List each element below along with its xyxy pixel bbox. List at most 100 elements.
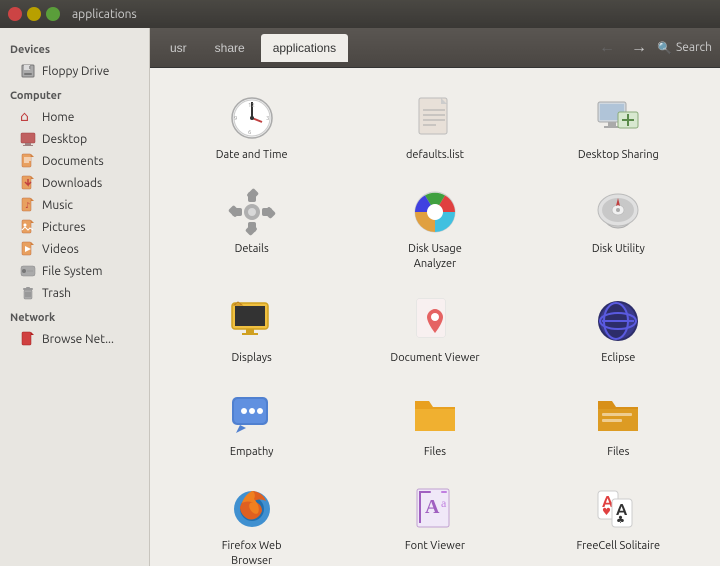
sidebar-item-videos-label: Videos (42, 243, 79, 256)
sidebar-item-pictures-label: Pictures (42, 221, 86, 234)
app-label-datetime: Date and Time (216, 148, 288, 162)
app-label-diskutility: Disk Utility (592, 242, 645, 256)
fontviewer-icon: A a (409, 483, 461, 535)
sidebar-item-desktop-label: Desktop (42, 133, 87, 146)
sidebar-item-downloads[interactable]: Downloads (0, 172, 149, 194)
nav-back-button[interactable]: ← (593, 34, 621, 62)
app-label-diskusage: Disk Usage Analyzer (390, 242, 480, 271)
empathy-icon (226, 389, 278, 441)
defaults-icon (409, 92, 461, 144)
svg-text:♪: ♪ (25, 201, 30, 210)
app-label-files2: Files (607, 445, 629, 459)
sidebar-item-videos[interactable]: Videos (0, 238, 149, 260)
app-label-defaults: defaults.list (406, 148, 464, 162)
sidebar-item-floppy[interactable]: Floppy Drive (0, 60, 149, 82)
app-item-empathy[interactable]: Empathy (162, 381, 341, 467)
details-icon (226, 186, 278, 238)
network-icon (20, 331, 36, 347)
app-item-displays[interactable]: Displays (162, 287, 341, 373)
sidebar-item-home-label: Home (42, 111, 74, 124)
pictures-icon (20, 219, 36, 235)
app-item-fontviewer[interactable]: A a Font Viewer (345, 475, 524, 566)
minimize-button[interactable] (27, 7, 41, 21)
sidebar-item-filesystem-label: File System (42, 265, 103, 278)
filesystem-icon (20, 263, 36, 279)
svg-text:12: 12 (248, 102, 255, 109)
sidebar-item-browsenet[interactable]: Browse Net... (0, 328, 149, 350)
sidebar-item-filesystem[interactable]: File System (0, 260, 149, 282)
search-box: 🔍 Search (657, 41, 712, 55)
documents-icon (20, 153, 36, 169)
svg-text:♣: ♣ (616, 514, 625, 525)
sidebar-section-devices: Devices (0, 36, 149, 60)
app-item-defaults[interactable]: defaults.list (345, 84, 524, 170)
sidebar-item-downloads-label: Downloads (42, 177, 102, 190)
app-item-files1[interactable]: Files (345, 381, 524, 467)
freecell-icon: A ♥ A ♣ (592, 483, 644, 535)
window-title: applications (72, 8, 712, 21)
displays-icon (226, 295, 278, 347)
sidebar-item-pictures[interactable]: Pictures (0, 216, 149, 238)
diskusage-icon (409, 186, 461, 238)
app-label-fontviewer: Font Viewer (405, 539, 465, 553)
app-label-displays: Displays (232, 351, 272, 365)
svg-text:3: 3 (266, 115, 269, 122)
window-controls[interactable] (8, 7, 60, 21)
app-label-details: Details (235, 242, 269, 256)
videos-icon (20, 241, 36, 257)
eclipse-icon (592, 295, 644, 347)
app-item-desktopsharing[interactable]: Desktop Sharing (529, 84, 708, 170)
desktopsharing-icon (592, 92, 644, 144)
app-item-files2[interactable]: Files (529, 381, 708, 467)
app-label-files1: Files (424, 445, 446, 459)
sidebar-item-trash-label: Trash (42, 287, 71, 300)
toolbar: usr share applications ← → 🔍 Search (150, 28, 720, 68)
sidebar-item-home[interactable]: ⌂ Home (0, 106, 149, 128)
firefox-icon (226, 483, 278, 535)
sidebar-item-music-label: Music (42, 199, 73, 212)
app-item-docviewer[interactable]: Document Viewer (345, 287, 524, 373)
nav-forward-button[interactable]: → (625, 34, 653, 62)
app-item-eclipse[interactable]: Eclipse (529, 287, 708, 373)
docviewer-icon (409, 295, 461, 347)
app-label-eclipse: Eclipse (601, 351, 635, 365)
svg-text:a: a (441, 496, 447, 510)
content-area: 12369 Date and Time defaults.list (150, 68, 720, 566)
app-item-diskusage[interactable]: Disk Usage Analyzer (345, 178, 524, 279)
home-icon: ⌂ (20, 109, 36, 125)
titlebar: applications (0, 0, 720, 28)
music-icon: ♪ (20, 197, 36, 213)
sidebar-item-desktop[interactable]: Desktop (0, 128, 149, 150)
sidebar-item-music[interactable]: ♪ Music (0, 194, 149, 216)
app-label-firefox: Firefox Web Browser (207, 539, 297, 566)
search-icon: 🔍 (657, 41, 672, 55)
sidebar-section-computer: Computer (0, 82, 149, 106)
sidebar-item-documents-label: Documents (42, 155, 104, 168)
app-item-datetime[interactable]: 12369 Date and Time (162, 84, 341, 170)
downloads-icon (20, 175, 36, 191)
tab-share[interactable]: share (203, 34, 257, 62)
sidebar-item-trash[interactable]: Trash (0, 282, 149, 304)
app-item-freecell[interactable]: A ♥ A ♣ FreeCell Solitaire (529, 475, 708, 566)
maximize-button[interactable] (46, 7, 60, 21)
app-grid: 12369 Date and Time defaults.list (162, 84, 708, 566)
svg-text:A: A (425, 496, 440, 518)
tab-applications[interactable]: applications (261, 34, 348, 62)
search-label: Search (676, 41, 712, 54)
sidebar-item-documents[interactable]: Documents (0, 150, 149, 172)
app-label-freecell: FreeCell Solitaire (577, 539, 661, 553)
app-item-details[interactable]: Details (162, 178, 341, 279)
svg-text:♥: ♥ (602, 506, 611, 517)
close-button[interactable] (8, 7, 22, 21)
app-label-desktopsharing: Desktop Sharing (578, 148, 659, 162)
diskutility-icon (592, 186, 644, 238)
files1-icon (409, 389, 461, 441)
svg-text:9: 9 (234, 115, 237, 122)
desktop-icon (20, 131, 36, 147)
app-item-firefox[interactable]: Firefox Web Browser (162, 475, 341, 566)
app-label-docviewer: Document Viewer (390, 351, 479, 365)
app-item-diskutility[interactable]: Disk Utility (529, 178, 708, 279)
files2-icon (592, 389, 644, 441)
sidebar: Devices Floppy Drive Computer ⌂ Home Des… (0, 28, 150, 566)
tab-usr[interactable]: usr (158, 34, 199, 62)
